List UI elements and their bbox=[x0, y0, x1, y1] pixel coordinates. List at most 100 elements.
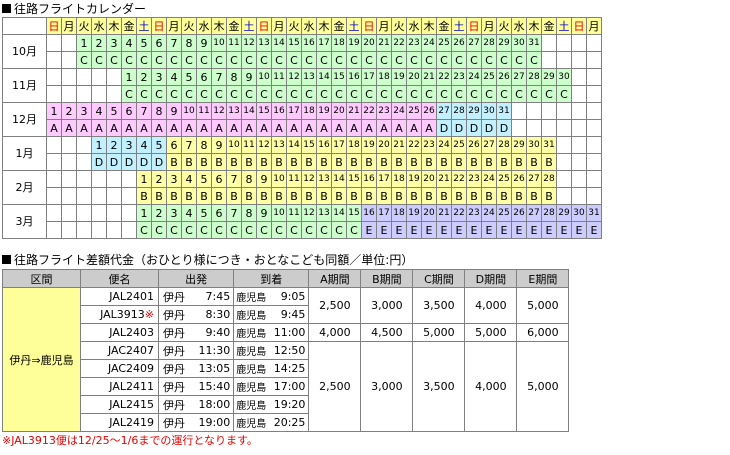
calendar-day: 10 bbox=[226, 136, 242, 154]
calendar-period bbox=[571, 51, 587, 69]
calendar-day bbox=[556, 34, 572, 52]
weekday-header: 水 bbox=[511, 17, 527, 35]
calendar-period: C bbox=[196, 85, 212, 103]
calendar-period: C bbox=[331, 221, 347, 239]
calendar-day: 23 bbox=[466, 204, 482, 222]
calendar-day: 8 bbox=[241, 170, 257, 188]
calendar-day: 7 bbox=[181, 136, 197, 154]
calendar-period bbox=[91, 85, 107, 103]
calendar-day: 5 bbox=[196, 204, 212, 222]
calendar-period: B bbox=[226, 187, 242, 205]
calendar-day: 2 bbox=[151, 204, 167, 222]
calendar-period: B bbox=[196, 187, 212, 205]
calendar-day: 3 bbox=[106, 34, 122, 52]
calendar-day bbox=[91, 68, 107, 86]
calendar-day: 24 bbox=[481, 170, 497, 188]
calendar-day bbox=[586, 102, 602, 120]
calendar-day: 2 bbox=[61, 102, 77, 120]
calendar-day: 27 bbox=[526, 170, 542, 188]
calendar-day: 25 bbox=[436, 34, 452, 52]
weekday-header: 火 bbox=[496, 17, 512, 35]
calendar-day: 23 bbox=[376, 102, 392, 120]
calendar-day: 29 bbox=[466, 102, 482, 120]
calendar-period: B bbox=[286, 187, 302, 205]
calendar-day: 11 bbox=[226, 34, 242, 52]
month-period-row: CCCCCCCCCCCCCCCEEEEEEEEEEEEEEEE bbox=[3, 221, 602, 239]
calendar-period: A bbox=[286, 119, 302, 137]
calendar-day: 12 bbox=[301, 204, 317, 222]
calendar-day: 27 bbox=[526, 204, 542, 222]
calendar-day: 6 bbox=[211, 204, 227, 222]
calendar-period: D bbox=[496, 119, 512, 137]
calendar-period: C bbox=[181, 85, 197, 103]
calendar-day: 25 bbox=[496, 204, 512, 222]
calendar-period: B bbox=[166, 153, 182, 171]
calendar-day: 5 bbox=[196, 170, 212, 188]
calendar-day: 26 bbox=[496, 68, 512, 86]
calendar-day: 24 bbox=[436, 136, 452, 154]
calendar-day: 29 bbox=[496, 34, 512, 52]
calendar-day: 30 bbox=[526, 136, 542, 154]
month-period-row: AAAAAAAAAAAAAAAAAAAAAAAAAADDDDD bbox=[3, 119, 602, 137]
calendar-period: C bbox=[286, 51, 302, 69]
weekday-header: 月 bbox=[271, 17, 287, 35]
calendar-period bbox=[121, 221, 137, 239]
departure-city: 伊丹 bbox=[158, 323, 199, 342]
calendar-period: B bbox=[526, 187, 542, 205]
calendar-period: E bbox=[526, 221, 542, 239]
calendar-day: 4 bbox=[136, 136, 152, 154]
calendar-period: E bbox=[391, 221, 407, 239]
calendar-period: B bbox=[241, 153, 257, 171]
calendar-period: B bbox=[331, 187, 347, 205]
calendar-period: C bbox=[361, 51, 377, 69]
calendar-day: 25 bbox=[496, 170, 512, 188]
calendar-period: B bbox=[211, 187, 227, 205]
calendar-period: A bbox=[166, 119, 182, 137]
departure-city: 伊丹 bbox=[158, 287, 199, 306]
calendar-period: B bbox=[241, 187, 257, 205]
calendar-day: 2 bbox=[151, 170, 167, 188]
calendar-period: B bbox=[436, 153, 452, 171]
calendar-period: D bbox=[91, 153, 107, 171]
calendar-period: E bbox=[511, 221, 527, 239]
calendar-day: 7 bbox=[226, 170, 242, 188]
calendar-period: C bbox=[136, 221, 152, 239]
calendar-day: 3 bbox=[151, 68, 167, 86]
calendar-period: E bbox=[376, 221, 392, 239]
fare-price: 4,000 bbox=[464, 287, 518, 324]
calendar-period: C bbox=[331, 85, 347, 103]
calendar-period: C bbox=[391, 51, 407, 69]
calendar-period: A bbox=[256, 119, 272, 137]
calendar-day: 4 bbox=[166, 68, 182, 86]
fare-row: 伊丹⇒鹿児島 JAL2401 伊丹 7:45 鹿児島 9:05 2,500 3,000 3,50… bbox=[2, 287, 570, 432]
calendar-day: 4 bbox=[181, 170, 197, 188]
header-period-e: E期間 bbox=[516, 269, 570, 288]
calendar-day: 11 bbox=[196, 102, 212, 120]
calendar-period: D bbox=[136, 153, 152, 171]
fare-note: ※JAL3913便は12/25～1/6までの運行となります。 bbox=[2, 434, 258, 447]
calendar-period bbox=[76, 187, 92, 205]
calendar-day bbox=[61, 34, 77, 52]
calendar-day: 14 bbox=[286, 136, 302, 154]
header-route: 区間 bbox=[2, 269, 81, 288]
calendar-period: B bbox=[436, 187, 452, 205]
calendar-period: E bbox=[421, 221, 437, 239]
calendar-day: 26 bbox=[511, 204, 527, 222]
calendar-day bbox=[61, 204, 77, 222]
calendar-day: 8 bbox=[151, 102, 167, 120]
calendar-period: C bbox=[526, 51, 542, 69]
calendar-day: 16 bbox=[361, 170, 377, 188]
weekday-header: 月 bbox=[61, 17, 77, 35]
calendar-day: 21 bbox=[421, 68, 437, 86]
calendar-period: B bbox=[256, 187, 272, 205]
calendar-day: 12 bbox=[301, 170, 317, 188]
calendar-day: 10 bbox=[256, 68, 272, 86]
weekday-header: 木 bbox=[211, 17, 227, 35]
calendar-day: 20 bbox=[331, 102, 347, 120]
calendar-period: D bbox=[121, 153, 137, 171]
calendar-day: 28 bbox=[481, 34, 497, 52]
flight-number: JAL2403 bbox=[80, 323, 159, 342]
calendar-day: 3 bbox=[166, 204, 182, 222]
calendar-period: B bbox=[511, 153, 527, 171]
calendar-day: 18 bbox=[376, 68, 392, 86]
